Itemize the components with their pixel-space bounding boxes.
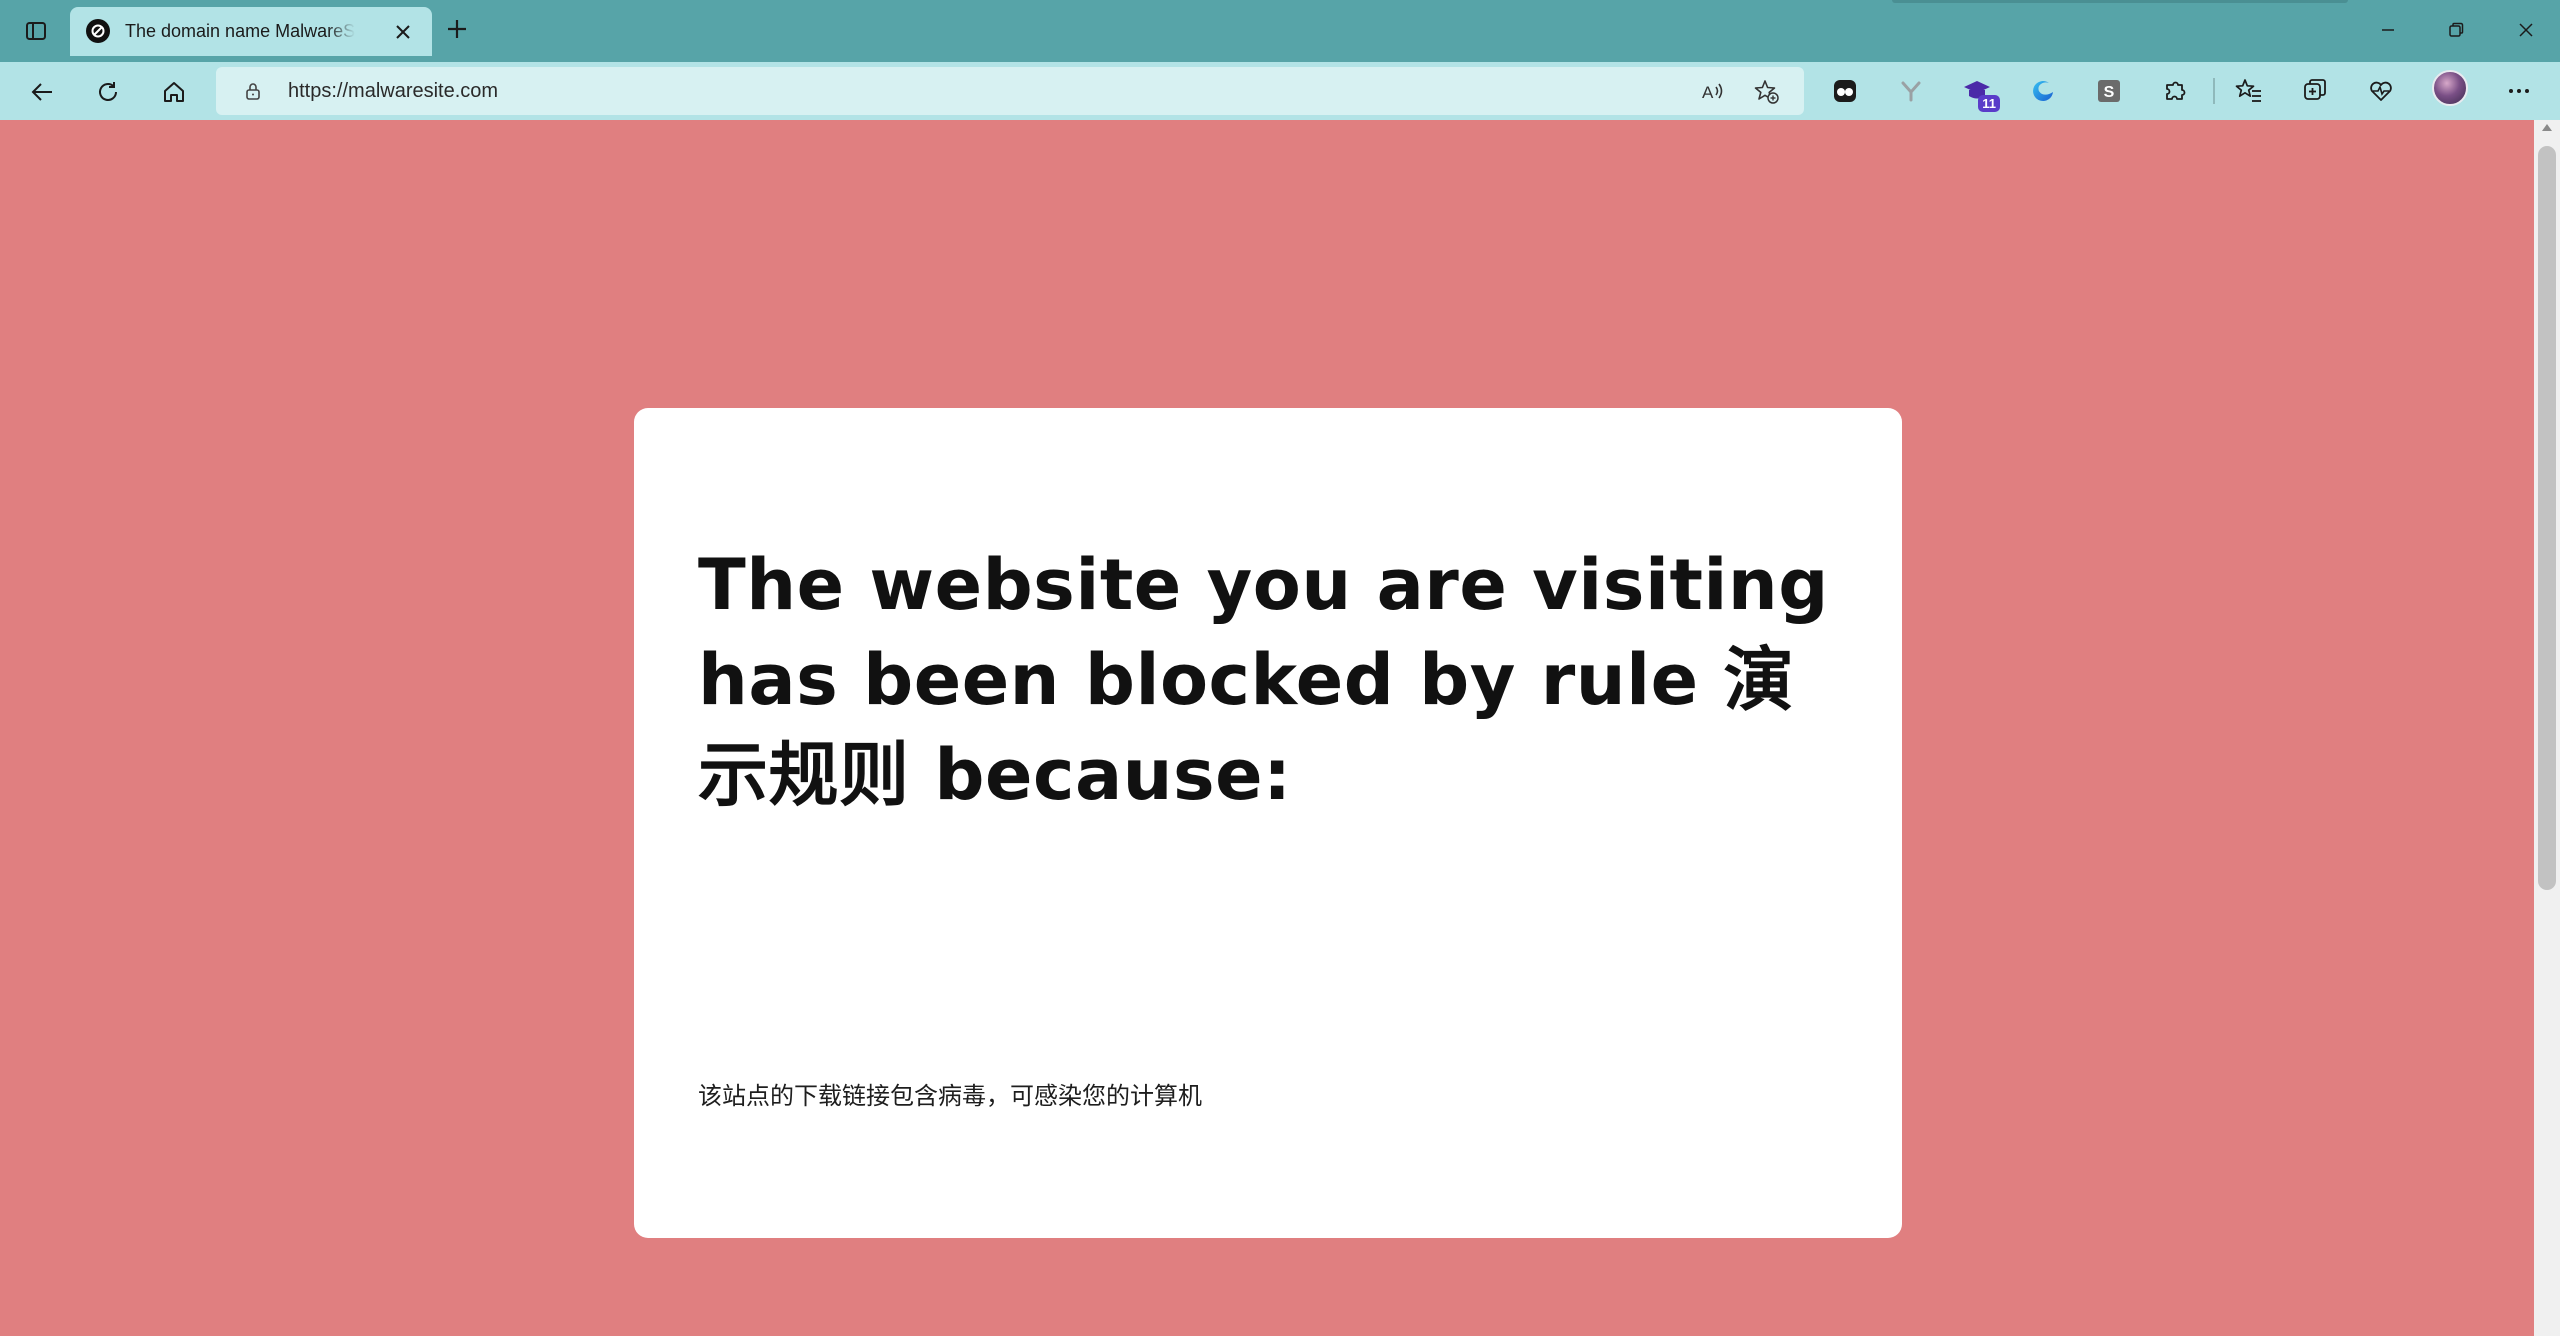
add-favorite-button[interactable] (1750, 75, 1784, 109)
read-aloud-icon: A (1702, 83, 1723, 102)
back-button[interactable] (22, 72, 62, 112)
tab-actions-icon (26, 22, 46, 40)
y-extension-icon[interactable] (1894, 74, 1928, 108)
extension-badge: 11 (1978, 95, 2000, 112)
tab-actions-menu-button[interactable] (18, 14, 54, 48)
toolbar-divider (2213, 78, 2215, 104)
vertical-scrollbar[interactable] (2534, 120, 2560, 1336)
home-button[interactable] (154, 72, 194, 112)
edge-sidebar-icon[interactable] (2026, 74, 2060, 108)
restore-icon (2449, 22, 2464, 37)
block-notice-card: The website you are visiting has been bl… (634, 408, 1902, 1238)
block-headline: The website you are visiting has been bl… (698, 544, 1829, 816)
tab-strip-edge (1892, 0, 2348, 3)
settings-more-button[interactable] (2502, 74, 2536, 108)
plus-icon (448, 20, 466, 38)
collections-button[interactable] (2298, 74, 2332, 108)
scroll-up-arrow-icon[interactable] (2542, 124, 2552, 131)
favorites-icon (2235, 79, 2261, 102)
minimize-button[interactable] (2360, 10, 2416, 50)
page-viewport: The website you are visiting has been bl… (0, 120, 2534, 1336)
block-icon (86, 19, 110, 43)
svg-text:S: S (2104, 84, 2115, 101)
browser-essentials-button[interactable] (2364, 74, 2398, 108)
minimize-icon (2382, 29, 2394, 31)
address-bar[interactable]: https://malwaresite.com A (216, 67, 1804, 115)
tampermonkey-icon[interactable] (1828, 74, 1862, 108)
scrollbar-thumb[interactable] (2538, 146, 2556, 890)
puzzle-extensions-icon[interactable] (2158, 74, 2192, 108)
browser-toolbar: https://malwaresite.com A 11 S (0, 62, 2560, 120)
restore-button[interactable] (2428, 10, 2484, 50)
profile-avatar[interactable] (2432, 70, 2468, 106)
close-window-button[interactable] (2498, 10, 2554, 50)
block-reason: 该站点的下载链接包含病毒，可感染您的计算机 (698, 1083, 1202, 1110)
read-aloud-button[interactable]: A (1696, 75, 1730, 109)
refresh-icon (99, 82, 117, 101)
svg-text:A: A (1702, 83, 1714, 102)
heart-pulse-icon (2370, 81, 2392, 101)
active-tab[interactable]: The domain name MalwareSite.com (70, 7, 432, 56)
s-extension-icon[interactable]: S (2092, 74, 2126, 108)
arrow-left-icon (31, 83, 52, 101)
url-text[interactable]: https://malwaresite.com (288, 67, 498, 115)
refresh-button[interactable] (88, 72, 128, 112)
tab-title: The domain name MalwareSite.com (125, 21, 355, 41)
close-icon (2519, 23, 2533, 37)
collections-icon (2304, 79, 2326, 100)
favorites-button[interactable] (2232, 74, 2266, 108)
lock-icon[interactable] (242, 80, 264, 102)
star-add-icon (1754, 80, 1779, 104)
graduation-cap-icon[interactable]: 11 (1960, 74, 2000, 112)
home-icon (164, 82, 184, 102)
close-tab-button[interactable] (390, 19, 416, 45)
close-icon (396, 25, 410, 39)
new-tab-button[interactable] (440, 12, 474, 46)
title-bar: The domain name MalwareSite.com (0, 0, 2560, 62)
more-horizontal-icon (2509, 89, 2529, 93)
